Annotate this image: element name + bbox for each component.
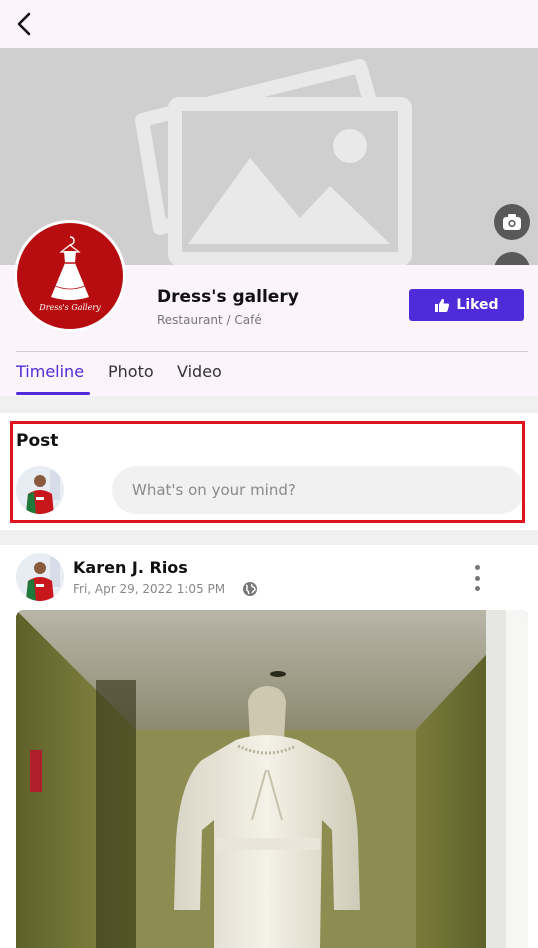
tab-video[interactable]: Video (177, 362, 222, 381)
more-options-button[interactable] (468, 563, 486, 593)
change-cover-button[interactable] (494, 252, 530, 265)
back-button[interactable] (8, 8, 40, 40)
image-placeholder-icon (135, 59, 412, 265)
page-category: Restaurant / Café (157, 313, 262, 327)
author-avatar[interactable] (16, 553, 64, 601)
page-avatar[interactable]: Dress's Gallery (14, 220, 126, 332)
active-tab-indicator (16, 392, 90, 395)
tab-timeline[interactable]: Timeline (16, 362, 84, 381)
top-bar (0, 0, 538, 48)
post-composer-highlight (10, 421, 525, 523)
globe-icon (243, 582, 257, 596)
dot (474, 586, 480, 591)
post-author[interactable]: Karen J. Rios (73, 558, 188, 577)
dot (474, 575, 480, 581)
thumbs-up-icon (435, 298, 450, 312)
camera-icon (503, 214, 521, 230)
post-timestamp: Fri, Apr 29, 2022 1:05 PM (73, 582, 226, 596)
tab-photo[interactable]: Photo (108, 362, 154, 381)
logo-text: Dress's Gallery (39, 303, 101, 312)
divider (16, 351, 528, 352)
chevron-left-icon (17, 12, 31, 36)
page-title: Dress's gallery (157, 287, 299, 307)
dot (474, 565, 480, 570)
camera-button[interactable] (494, 204, 530, 240)
dress-gallery-logo: Dress's Gallery (17, 223, 123, 329)
post-image[interactable] (16, 610, 528, 948)
liked-label: Liked (456, 297, 499, 313)
liked-button[interactable]: Liked (409, 289, 524, 321)
